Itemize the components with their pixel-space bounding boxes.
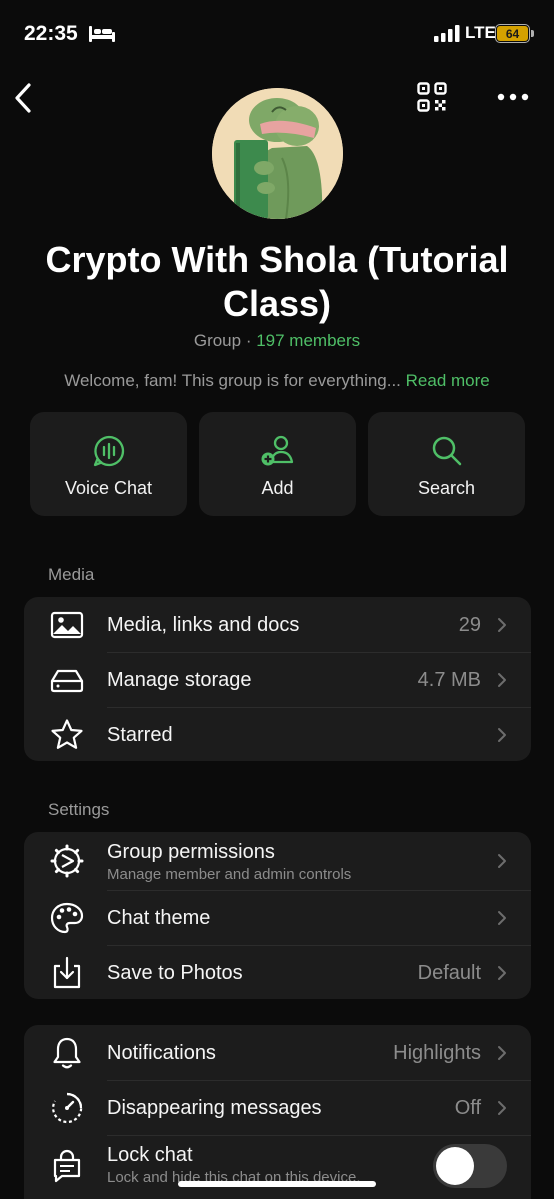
battery-icon: 64 xyxy=(495,24,530,43)
row-label: Starred xyxy=(107,724,173,746)
star-icon xyxy=(51,718,83,749)
lock-chat-row: Lock chat Lock and hide this chat on thi… xyxy=(24,1135,531,1197)
row-value: 4.7 MB xyxy=(417,669,481,691)
chevron-right-icon xyxy=(498,672,506,687)
divider xyxy=(107,1080,531,1081)
row-label: Disappearing messages xyxy=(107,1097,322,1119)
divider xyxy=(107,945,531,946)
save-to-photos-row[interactable]: Save to Photos Default xyxy=(24,945,531,999)
search-button[interactable]: Search xyxy=(368,412,525,516)
status-time: 22:35 xyxy=(24,22,78,45)
row-label: Lock chat xyxy=(107,1144,193,1166)
description-text: Welcome, fam! This group is for everythi… xyxy=(64,371,406,390)
chevron-right-icon xyxy=(498,1045,506,1060)
disappearing-messages-row[interactable]: Disappearing messages Off xyxy=(24,1080,531,1135)
save-icon xyxy=(53,956,81,988)
toggle-knob xyxy=(436,1147,474,1185)
media-section-header: Media xyxy=(48,565,95,584)
add-member-button[interactable]: Add xyxy=(199,412,356,516)
row-label: Notifications xyxy=(107,1042,216,1064)
home-indicator[interactable] xyxy=(178,1181,376,1187)
lock-chat-toggle[interactable] xyxy=(433,1144,507,1188)
meta-separator: · xyxy=(241,331,257,350)
signal-icon xyxy=(434,25,460,42)
add-label: Add xyxy=(261,478,294,498)
back-button[interactable] xyxy=(10,80,38,116)
chevron-right-icon xyxy=(498,727,506,742)
group-permissions-row[interactable]: Group permissions Manage member and admi… xyxy=(24,832,531,890)
members-link[interactable]: 197 members xyxy=(256,331,360,350)
settings-section-header: Settings xyxy=(48,800,110,819)
chevron-right-icon xyxy=(498,854,506,868)
manage-storage-row[interactable]: Manage storage 4.7 MB xyxy=(24,652,531,707)
chevron-right-icon xyxy=(498,910,506,925)
group-description: Welcome, fam! This group is for everythi… xyxy=(20,371,534,391)
divider xyxy=(107,707,531,708)
privacy-card: Notifications Highlights Disappearing me… xyxy=(24,1025,531,1199)
settings-card: Group permissions Manage member and admi… xyxy=(24,832,531,999)
chevron-right-icon xyxy=(498,965,506,980)
frog-illustration xyxy=(212,88,343,219)
gear-icon xyxy=(50,844,84,878)
divider xyxy=(107,1135,531,1136)
storage-icon xyxy=(50,669,84,692)
voice-chat-button[interactable]: Voice Chat xyxy=(30,412,187,516)
divider xyxy=(107,652,531,653)
chat-theme-row[interactable]: Chat theme xyxy=(24,890,531,945)
row-label: Manage storage xyxy=(107,669,252,691)
more-options-icon[interactable] xyxy=(496,90,530,104)
group-meta: Group · 197 members xyxy=(40,331,514,351)
group-title: Crypto With Shola (Tutorial Class) xyxy=(45,239,509,324)
row-value: Highlights xyxy=(393,1042,481,1064)
image-icon xyxy=(50,611,84,638)
battery-level: 64 xyxy=(505,26,520,41)
voice-chat-icon xyxy=(93,435,124,467)
read-more-link[interactable]: Read more xyxy=(406,371,490,390)
group-avatar[interactable] xyxy=(212,88,343,219)
search-icon xyxy=(432,436,461,466)
palette-icon xyxy=(50,902,84,933)
timer-icon xyxy=(52,1092,83,1123)
row-label: Save to Photos xyxy=(107,962,243,984)
row-label: Group permissions xyxy=(107,841,275,863)
group-type: Group xyxy=(193,331,242,350)
chevron-right-icon xyxy=(498,1100,506,1115)
status-bar: 22:35 LTE 64 xyxy=(0,0,554,66)
network-type: LTE xyxy=(465,23,496,42)
add-member-icon xyxy=(261,435,293,466)
row-label: Chat theme xyxy=(107,907,211,929)
bell-icon xyxy=(53,1037,81,1068)
starred-row[interactable]: Starred xyxy=(24,707,531,761)
media-card: Media, links and docs 29 Manage storage … xyxy=(24,597,531,761)
qr-code-icon[interactable] xyxy=(417,82,447,112)
row-value: Default xyxy=(417,962,481,984)
row-value: Off xyxy=(454,1097,481,1119)
divider xyxy=(107,890,531,891)
row-label: Media, links and docs xyxy=(107,614,300,636)
voice-chat-label: Voice Chat xyxy=(64,478,153,498)
row-subtitle: Manage member and admin controls xyxy=(107,866,352,883)
battery-cap xyxy=(531,30,534,37)
chevron-right-icon xyxy=(498,617,506,632)
notifications-row[interactable]: Notifications Highlights xyxy=(24,1025,531,1080)
bed-icon xyxy=(89,26,115,42)
search-label: Search xyxy=(417,478,476,498)
action-buttons: Voice Chat Add Search xyxy=(30,412,525,516)
row-value: 29 xyxy=(458,614,481,636)
lock-chat-icon xyxy=(53,1149,81,1183)
media-links-docs-row[interactable]: Media, links and docs 29 xyxy=(24,597,531,652)
